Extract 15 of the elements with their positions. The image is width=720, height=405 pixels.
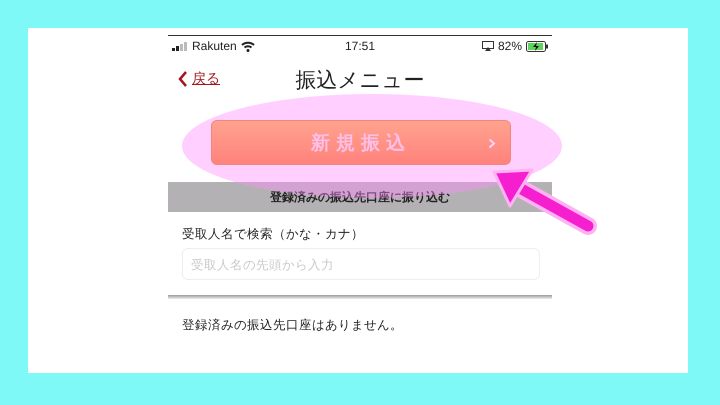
back-link-text[interactable]: 戻る bbox=[192, 70, 220, 88]
back-link[interactable]: 戻る bbox=[178, 70, 220, 88]
section-header: 登録済みの振込先口座に振り込む bbox=[168, 182, 552, 212]
battery-percent: 82% bbox=[498, 39, 522, 53]
status-time: 17:51 bbox=[344, 39, 376, 53]
chevron-right-icon bbox=[488, 138, 496, 149]
wifi-icon bbox=[240, 40, 255, 52]
battery-charging-icon bbox=[526, 40, 548, 52]
page-title: 振込メニュー bbox=[296, 67, 424, 94]
empty-message: 登録済みの振込先口座はありません。 bbox=[181, 317, 404, 334]
signal-icon bbox=[172, 42, 188, 50]
airplay-icon bbox=[482, 41, 494, 51]
search-label: 受取人名で検索（かな・カナ） bbox=[181, 226, 365, 243]
chevron-left-icon bbox=[178, 71, 188, 87]
carrier-name: Rakuten bbox=[192, 39, 237, 53]
